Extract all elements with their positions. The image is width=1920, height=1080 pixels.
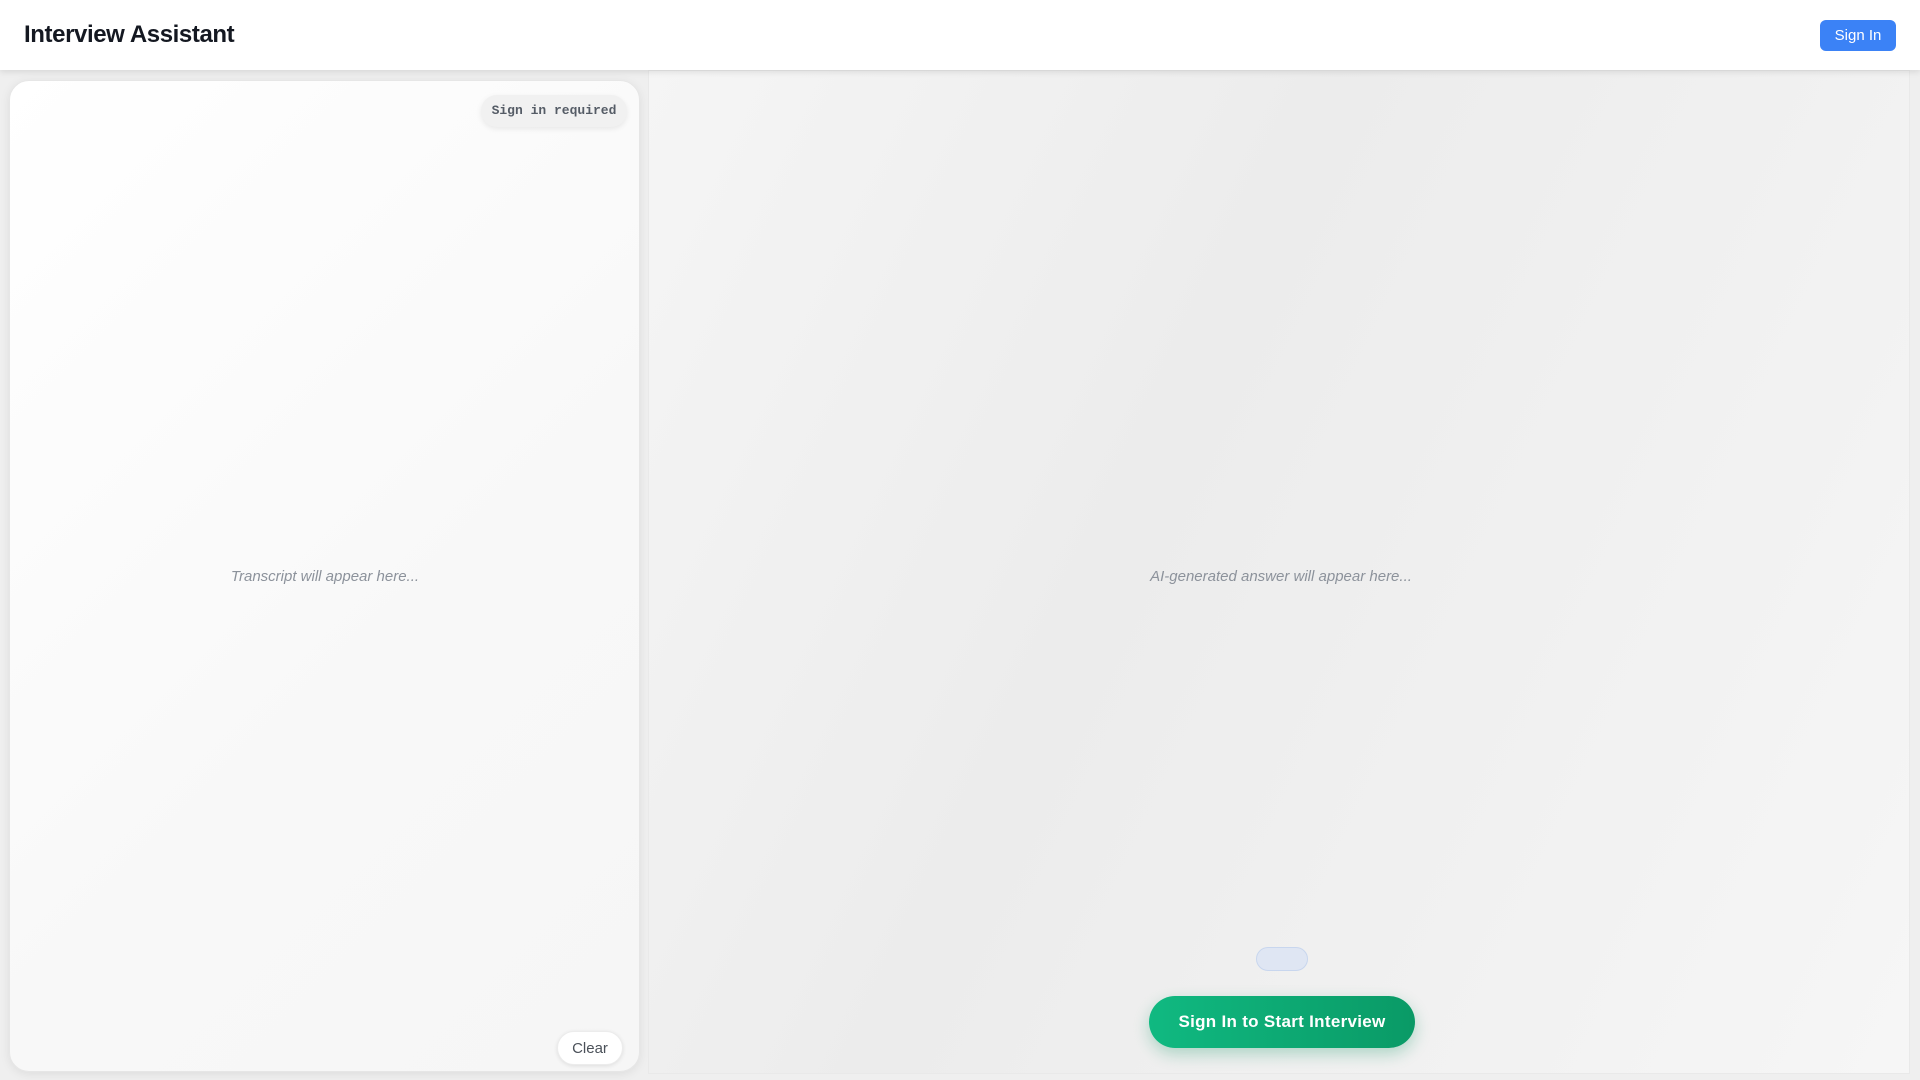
clear-button[interactable]: Clear: [557, 1031, 623, 1065]
main-area: Sign in required Transcript will appear …: [0, 70, 1920, 1080]
recording-indicator: [1256, 947, 1308, 971]
start-interview-button[interactable]: Sign In to Start Interview: [1149, 996, 1415, 1048]
answer-placeholder: AI-generated answer will appear here...: [1150, 568, 1412, 585]
answer-panel: AI-generated answer will appear here... …: [648, 70, 1910, 1074]
top-bar: Interview Assistant Sign In: [0, 0, 1920, 70]
transcript-placeholder: Transcript will appear here...: [230, 568, 420, 585]
status-badge: Sign in required: [481, 95, 627, 127]
transcript-panel: Sign in required Transcript will appear …: [9, 80, 640, 1072]
sign-in-button[interactable]: Sign In: [1820, 20, 1896, 51]
app-title: Interview Assistant: [24, 21, 235, 48]
